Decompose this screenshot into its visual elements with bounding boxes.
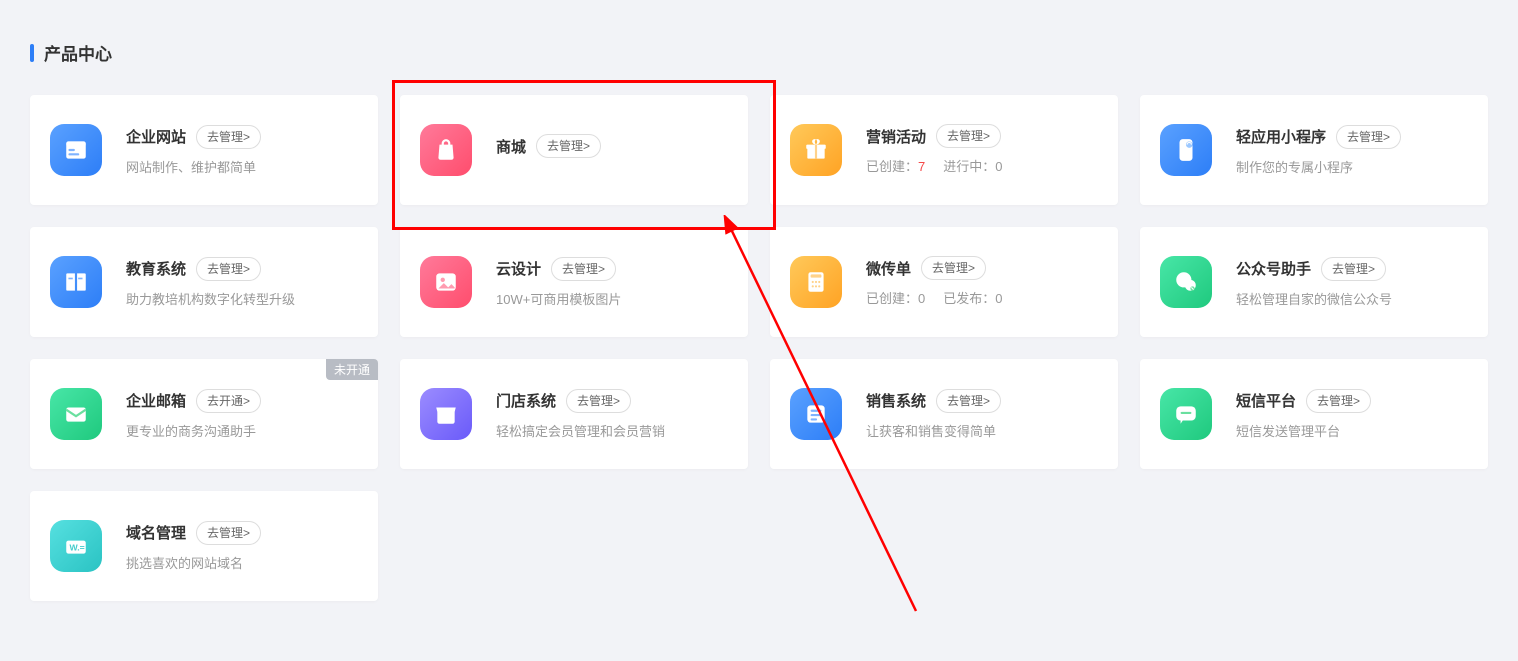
card-title: 轻应用小程序 — [1236, 126, 1326, 147]
card-title: 企业网站 — [126, 126, 186, 147]
product-card-edu[interactable]: 教育系统去管理> 助力教培机构数字化转型升级 — [30, 227, 378, 337]
product-card-mall[interactable]: 商城去管理> — [400, 95, 748, 205]
manage-button[interactable]: 去管理> — [196, 521, 261, 545]
product-card-domain[interactable]: W.= 域名管理去管理> 挑选喜欢的网站域名 — [30, 491, 378, 601]
manage-button[interactable]: 去管理> — [1306, 389, 1371, 413]
product-card-mail[interactable]: 未开通企业邮箱去开通> 更专业的商务沟通助手 — [30, 359, 378, 469]
card-desc: 制作您的专属小程序 — [1236, 157, 1468, 176]
section-header: 产品中心 — [30, 40, 1488, 65]
card-body: 微传单去管理>已创建：0已发布：0 — [866, 256, 1098, 308]
card-body: 短信平台去管理> 短信发送管理平台 — [1236, 389, 1468, 440]
card-stats: 已创建：0已发布：0 — [866, 288, 1098, 308]
card-title: 公众号助手 — [1236, 258, 1311, 279]
stat-label: 已创建： — [866, 159, 918, 174]
product-card-website[interactable]: 企业网站去管理> 网站制作、维护都简单 — [30, 95, 378, 205]
card-body: 企业网站去管理> 网站制作、维护都简单 — [126, 125, 358, 176]
card-desc: 10W+可商用模板图片 — [496, 289, 728, 308]
card-desc: 更专业的商务沟通助手 — [126, 421, 358, 440]
card-body: 云设计去管理> 10W+可商用模板图片 — [496, 257, 728, 308]
stat-label: 已发布： — [943, 291, 995, 306]
section-bar — [30, 44, 34, 62]
manage-button[interactable]: 去管理> — [936, 389, 1001, 413]
manage-button[interactable]: 去管理> — [936, 124, 1001, 148]
stat-value: 7 — [918, 159, 925, 174]
product-grid: 企业网站去管理>网站制作、维护都简单商城去管理>营销活动去管理>已创建：7进行中… — [30, 95, 1488, 601]
card-title: 短信平台 — [1236, 390, 1296, 411]
manage-button[interactable]: 去管理> — [196, 257, 261, 281]
stat-value: 0 — [995, 291, 1002, 306]
card-desc: 让获客和销售变得简单 — [866, 421, 1098, 440]
msg-icon — [1160, 388, 1212, 440]
product-card-sms[interactable]: 短信平台去管理> 短信发送管理平台 — [1140, 359, 1488, 469]
manage-button[interactable]: 去管理> — [551, 257, 616, 281]
card-body: 轻应用小程序去管理> 制作您的专属小程序 — [1236, 125, 1468, 176]
product-card-wechat[interactable]: 公众号助手去管理> 轻松管理自家的微信公众号 — [1140, 227, 1488, 337]
card-desc: 轻松搞定会员管理和会员营销 — [496, 421, 728, 440]
card-title: 企业邮箱 — [126, 390, 186, 411]
card-body: 门店系统去管理> 轻松搞定会员管理和会员营销 — [496, 389, 728, 440]
card-desc: 挑选喜欢的网站域名 — [126, 553, 358, 572]
manage-button[interactable]: 去管理> — [196, 125, 261, 149]
product-card-design[interactable]: 云设计去管理> 10W+可商用模板图片 — [400, 227, 748, 337]
manage-button[interactable]: 去管理> — [921, 256, 986, 280]
image-icon — [420, 256, 472, 308]
card-desc: 短信发送管理平台 — [1236, 421, 1468, 440]
manage-button[interactable]: 去管理> — [1336, 125, 1401, 149]
card-stats: 已创建：7 进行中：0 — [866, 156, 1098, 176]
product-card-miniapp[interactable]: 轻应用小程序去管理> 制作您的专属小程序 — [1140, 95, 1488, 205]
card-title: 微传单 — [866, 258, 911, 279]
window-icon — [50, 124, 102, 176]
card-body: 商城去管理> — [496, 134, 728, 166]
card-body: 公众号助手去管理> 轻松管理自家的微信公众号 — [1236, 257, 1468, 308]
book-icon — [50, 256, 102, 308]
open-button[interactable]: 去开通> — [196, 389, 261, 413]
card-body: 销售系统去管理> 让获客和销售变得简单 — [866, 389, 1098, 440]
chat-icon — [1160, 256, 1212, 308]
product-card-sales[interactable]: 销售系统去管理> 让获客和销售变得简单 — [770, 359, 1118, 469]
stat-label: 已创建： — [866, 291, 918, 306]
card-body: 教育系统去管理> 助力教培机构数字化转型升级 — [126, 257, 358, 308]
svg-text:W.=: W.= — [70, 542, 85, 552]
gift-icon — [790, 124, 842, 176]
card-desc: 轻松管理自家的微信公众号 — [1236, 289, 1468, 308]
stat-value: 0 — [995, 159, 1002, 174]
stat-label: 进行中： — [943, 159, 995, 174]
list-icon — [790, 388, 842, 440]
calc-icon — [790, 256, 842, 308]
card-title: 域名管理 — [126, 522, 186, 543]
product-card-marketing[interactable]: 营销活动去管理> 已创建：7 进行中：0 — [770, 95, 1118, 205]
card-title: 商城 — [496, 136, 526, 157]
card-desc: 助力教培机构数字化转型升级 — [126, 289, 358, 308]
stat-value: 0 — [918, 291, 925, 306]
card-title: 营销活动 — [866, 126, 926, 147]
domain-icon: W.= — [50, 520, 102, 572]
bag-icon — [420, 124, 472, 176]
section-title: 产品中心 — [44, 40, 112, 65]
mail-icon — [50, 388, 102, 440]
product-card-flyer[interactable]: 微传单去管理>已创建：0已发布：0 — [770, 227, 1118, 337]
shop-icon — [420, 388, 472, 440]
card-body: 企业邮箱去开通> 更专业的商务沟通助手 — [126, 389, 358, 440]
card-desc: 网站制作、维护都简单 — [126, 157, 358, 176]
card-title: 销售系统 — [866, 390, 926, 411]
phone-icon — [1160, 124, 1212, 176]
manage-button[interactable]: 去管理> — [536, 134, 601, 158]
manage-button[interactable]: 去管理> — [1321, 257, 1386, 281]
product-card-store[interactable]: 门店系统去管理> 轻松搞定会员管理和会员营销 — [400, 359, 748, 469]
badge-mail: 未开通 — [326, 359, 378, 380]
card-title: 教育系统 — [126, 258, 186, 279]
card-title: 云设计 — [496, 258, 541, 279]
card-body: 营销活动去管理> 已创建：7 进行中：0 — [866, 124, 1098, 176]
card-body: 域名管理去管理> 挑选喜欢的网站域名 — [126, 521, 358, 572]
card-title: 门店系统 — [496, 390, 556, 411]
manage-button[interactable]: 去管理> — [566, 389, 631, 413]
